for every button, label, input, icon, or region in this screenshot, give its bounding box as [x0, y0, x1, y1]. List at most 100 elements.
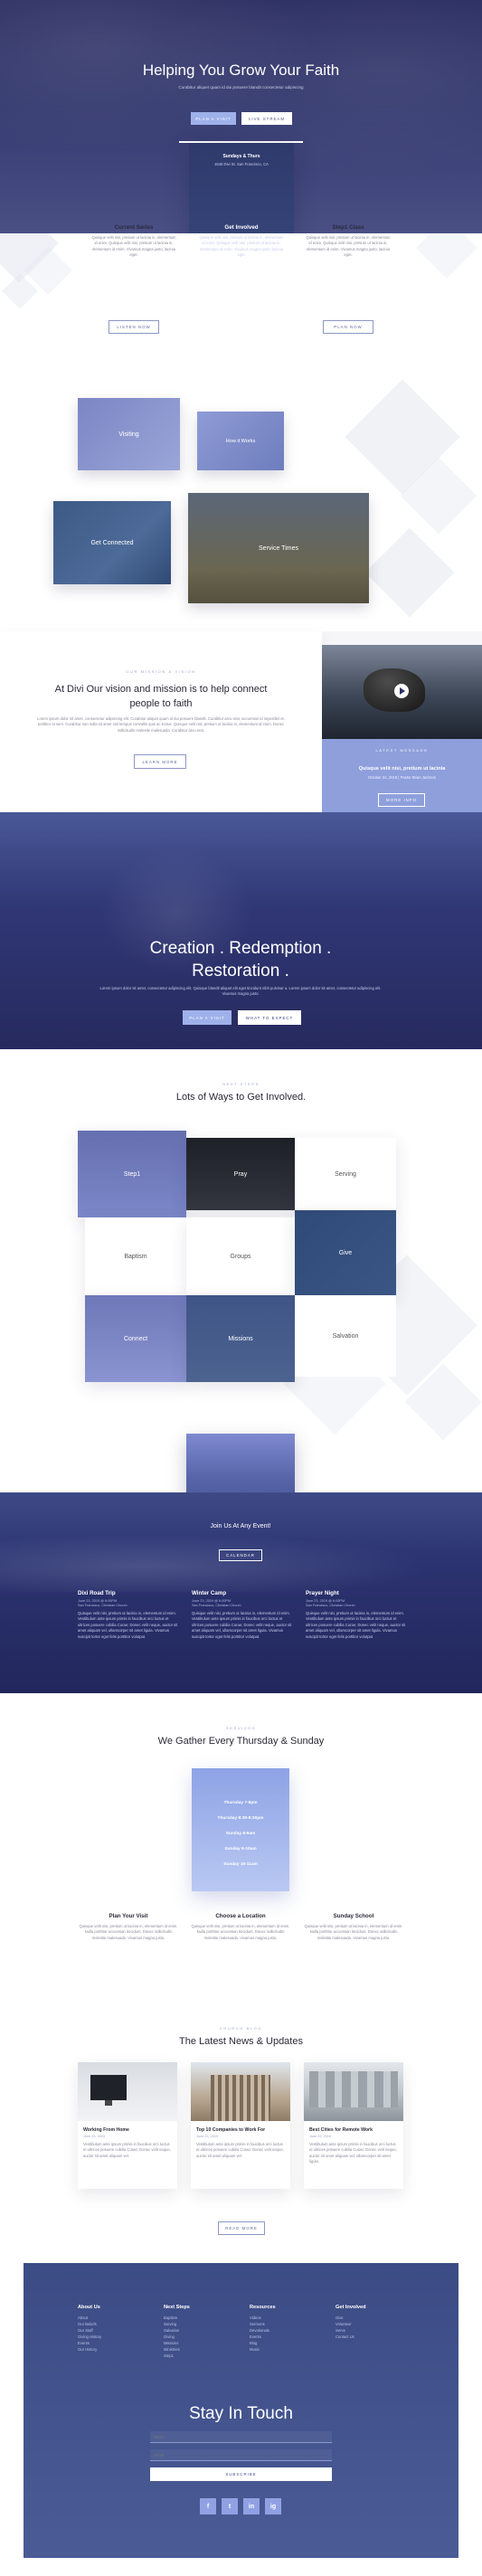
latest-message-title: Quisque velit nisi, pretium ut lacinia	[358, 766, 446, 772]
listen-now-button[interactable]: Listen now	[109, 320, 159, 334]
what-to-expect-button[interactable]: What to expect	[238, 1010, 301, 1025]
footer-link[interactable]: Sermons	[250, 2321, 331, 2327]
news-post-date: June 23, 2019	[83, 2135, 106, 2138]
tile-get-connected[interactable]: Get Connected	[53, 501, 171, 584]
news-card[interactable]: Working From Home June 23, 2019 Vestibul…	[78, 2062, 177, 2189]
way-connect[interactable]: Connect	[85, 1295, 186, 1382]
way-label: Baptism	[124, 1253, 147, 1260]
way-pray[interactable]: Pray	[186, 1138, 295, 1210]
calendar-button[interactable]: Calendar	[219, 1549, 262, 1561]
event-title: Winter Camp	[192, 1590, 227, 1596]
news-image	[191, 2062, 290, 2121]
footer-link[interactable]: Missions	[164, 2340, 245, 2346]
event-item: Winter Camp June 23, 2019 @ 6:00PM San F…	[192, 1590, 293, 1640]
feature-step1-class: Step1 Class Quisque velit nisi, pretium …	[305, 224, 392, 334]
footer-link[interactable]: Ministries	[164, 2346, 245, 2353]
sermon-video-thumbnail[interactable]	[322, 645, 482, 739]
service-time: Sunday 10-11am	[223, 1862, 258, 1867]
footer-column: Get Involved Give Volunteer Serve Contac…	[336, 2305, 417, 2340]
footer-link[interactable]: Music	[250, 2346, 331, 2353]
column-title: Choose a Location	[215, 1913, 266, 1919]
feature-text: Quisque velit nisi, pretium ut lacinia i…	[91, 235, 176, 258]
way-salvation[interactable]: Salvation	[295, 1295, 396, 1377]
way-label: Give	[338, 1249, 353, 1256]
subscribe-button[interactable]: Subscribe	[150, 2467, 332, 2481]
facebook-icon[interactable]: f	[200, 2498, 216, 2514]
news-post-title: Working From Home	[83, 2127, 129, 2133]
name-input[interactable]	[150, 2431, 332, 2443]
way-missions[interactable]: Missions	[186, 1295, 295, 1382]
footer-link[interactable]: Baptism	[164, 2315, 245, 2321]
footer-link[interactable]: Volunteer	[336, 2321, 417, 2327]
column-text: Quisque velit nisi, pretium ut lacinia i…	[79, 1924, 178, 1940]
tile-how-it-works[interactable]: How it Works	[197, 412, 284, 470]
service-card-text: 1545 Divi St. San Francisco, CA	[214, 162, 269, 166]
sunday-school-column: Sunday School Quisque velit nisi, pretiu…	[303, 1913, 404, 1941]
footer-link[interactable]: Our History	[78, 2346, 159, 2353]
latest-message-card: Latest message Quisque velit nisi, preti…	[322, 739, 482, 819]
footer-link[interactable]: Events	[250, 2334, 331, 2340]
footer-link[interactable]: Serving	[164, 2321, 245, 2327]
way-label: Salvation	[332, 1332, 359, 1340]
twitter-icon[interactable]: t	[222, 2498, 238, 2514]
footer-link[interactable]: Videos	[250, 2315, 331, 2321]
email-input[interactable]	[150, 2449, 332, 2461]
plan-visit-button[interactable]: Plan a visit	[191, 112, 236, 125]
plan-now-button[interactable]: Plan now	[323, 320, 373, 334]
way-serving[interactable]: Serving	[295, 1138, 396, 1210]
news-post-title: Best Cities for Remote Work	[309, 2127, 373, 2133]
footer-link[interactable]: Step1	[164, 2353, 245, 2359]
plan-visit-button[interactable]: Plan a visit	[183, 1010, 232, 1025]
learn-more-button[interactable]: Learn more	[134, 754, 186, 769]
hero-subtitle: Curabitur aliquet quam id dui posuere bl…	[178, 85, 304, 90]
decor-diamond	[416, 233, 477, 279]
city-shape	[309, 2071, 398, 2107]
footer-link[interactable]: Give	[336, 2315, 417, 2321]
way-groups[interactable]: Groups	[186, 1217, 295, 1295]
footer-link[interactable]: Salvation	[164, 2327, 245, 2334]
event-title: Dixi Road Trip	[78, 1590, 116, 1596]
tile-label: Service Times	[259, 545, 298, 552]
news-post-date: June 23, 2019	[196, 2135, 219, 2138]
footer-link[interactable]: Devotionals	[250, 2327, 331, 2334]
event-item: Prayer Night June 23, 2019 @ 6:00PM San …	[306, 1590, 407, 1640]
tile-service-times[interactable]: Service Times	[188, 493, 369, 603]
footer-link[interactable]: Giving	[164, 2334, 245, 2340]
creation-title: Creation . Redemption . Restoration .	[149, 939, 332, 980]
monitor-stand	[105, 2100, 112, 2106]
service-times-panel: Thursday 7-8pm Thursday 8:30-9:30pm Sund…	[192, 1768, 289, 1891]
instagram-icon[interactable]: ig	[265, 2498, 281, 2514]
news-eyebrow: Church blog	[219, 2026, 263, 2031]
column-text: Quisque velit nisi, pretium ut lacinia i…	[191, 1924, 290, 1940]
learn-now-button[interactable]: Learn now	[216, 320, 267, 334]
news-card[interactable]: Best Cities for Remote Work June 23, 201…	[304, 2062, 403, 2189]
event-text: Quisque velit nisi, pretium ut lacinia i…	[192, 1611, 292, 1639]
footer-link[interactable]: Events	[78, 2340, 159, 2346]
footer-link[interactable]: Blog	[250, 2340, 331, 2346]
event-text: Quisque velit nisi, pretium ut lacinia i…	[78, 1611, 178, 1639]
news-post-text: Vestibulum ante ipsum primis in faucibus…	[83, 2142, 171, 2158]
way-step1[interactable]: Step1	[78, 1131, 186, 1217]
footer-link[interactable]: Our Beliefs	[78, 2321, 159, 2327]
way-give[interactable]: Give	[295, 1210, 396, 1295]
latest-message-meta: October 24, 2019 | Pastor Brian Jackson	[367, 775, 437, 780]
tile-label: How it Works	[225, 438, 256, 444]
footer-link[interactable]: Giving History	[78, 2334, 159, 2340]
service-card-title: Sundays & Thurs	[222, 154, 260, 159]
event-place: San Francisco, Christian Church	[78, 1604, 128, 1607]
events-title: Join Us At Any Event!	[210, 1523, 271, 1530]
way-label: Connect	[123, 1335, 148, 1342]
linkedin-icon[interactable]: in	[243, 2498, 260, 2514]
live-stream-button[interactable]: Live stream	[241, 112, 292, 125]
footer-link[interactable]: Our Staff	[78, 2327, 159, 2334]
read-more-button[interactable]: Read more	[218, 2221, 265, 2235]
footer-link[interactable]: Serve	[336, 2327, 417, 2334]
play-icon[interactable]	[394, 684, 409, 698]
footer-link[interactable]: About	[78, 2315, 159, 2321]
footer-link[interactable]: Contact Us	[336, 2334, 417, 2340]
way-baptism[interactable]: Baptism	[85, 1217, 186, 1295]
news-card[interactable]: Top 10 Companies to Work For June 23, 20…	[191, 2062, 290, 2189]
tile-visiting[interactable]: Visiting	[78, 398, 180, 470]
more-info-button[interactable]: More info	[378, 793, 425, 807]
mission-text: Lorem ipsum dolor sit amet, consectetur …	[37, 716, 285, 733]
